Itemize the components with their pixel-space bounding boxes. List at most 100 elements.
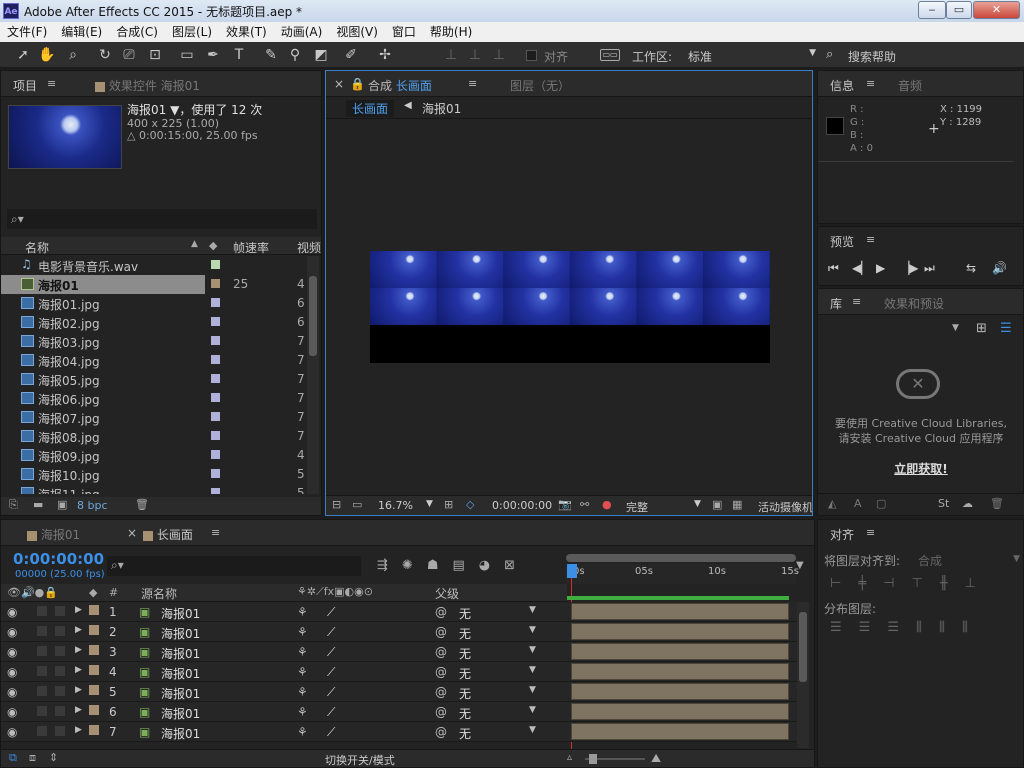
- pickwhip-icon[interactable]: @: [435, 625, 447, 639]
- pickwhip-icon[interactable]: @: [435, 665, 447, 679]
- eye-icon[interactable]: ◉: [7, 625, 17, 639]
- distribute-right-icon[interactable]: ⫼: [962, 620, 985, 635]
- lock-toggle[interactable]: [55, 726, 65, 736]
- menu-animation[interactable]: 动画(A): [274, 22, 330, 40]
- menu-help[interactable]: 帮助(H): [423, 22, 479, 40]
- grid-view-icon[interactable]: ⊞: [976, 321, 987, 336]
- align-left-icon[interactable]: ⊢: [830, 576, 858, 591]
- list-item[interactable]: 海报03.jpg 7: [1, 332, 305, 351]
- pickwhip-icon[interactable]: @: [435, 705, 447, 719]
- list-item[interactable]: 海报06.jpg 7: [1, 389, 305, 408]
- chevron-down-icon[interactable]: ▼: [529, 625, 536, 635]
- label-swatch-icon[interactable]: [89, 645, 99, 655]
- distribute-vcenter-icon[interactable]: ☰: [859, 620, 888, 635]
- pickwhip-icon[interactable]: @: [435, 605, 447, 619]
- pickwhip-icon[interactable]: @: [435, 685, 447, 699]
- quality-switch-icon[interactable]: ⟋: [327, 725, 335, 740]
- quality-switch-icon[interactable]: ⟋: [327, 625, 335, 640]
- comp-mini-flowchart-icon[interactable]: ⇶: [377, 558, 402, 573]
- eye-icon[interactable]: ◉: [7, 645, 17, 659]
- label-swatch-icon[interactable]: [89, 605, 99, 615]
- zoom-slider-thumb[interactable]: [589, 754, 597, 764]
- pan-behind-tool-icon[interactable]: ⊡: [146, 46, 164, 64]
- shy-switch-icon[interactable]: ⚘: [297, 645, 308, 659]
- table-row[interactable]: ◉ ▶ 3 ▣ 海报01 ⚘ ⟋ @ 无 ▼: [1, 642, 809, 662]
- chevron-down-icon[interactable]: ▼: [529, 605, 536, 615]
- snap-checkbox[interactable]: [526, 50, 537, 61]
- new-folder-icon[interactable]: ▬: [33, 498, 43, 511]
- shy-switch-icon[interactable]: ⚘: [297, 685, 308, 699]
- panel-menu-icon[interactable]: ≡: [852, 295, 861, 308]
- list-item-selected[interactable]: 海报01: [1, 275, 205, 294]
- label-swatch-icon[interactable]: [89, 665, 99, 675]
- scrollbar-thumb[interactable]: [309, 276, 317, 356]
- resolution-select[interactable]: 完整: [626, 499, 648, 515]
- zoom-out-icon[interactable]: ▵: [567, 752, 572, 763]
- shy-switch-icon[interactable]: ⚘: [297, 605, 308, 619]
- frame-blending-icon[interactable]: ▤: [452, 558, 478, 573]
- table-row[interactable]: ◉ ▶ 1 ▣ 海报01 ⚘ ⟋ @ 无 ▼: [1, 602, 809, 622]
- expand-icon[interactable]: ▶: [75, 725, 82, 735]
- menu-composition[interactable]: 合成(C): [109, 22, 165, 40]
- list-item[interactable]: 海报11.jpg 5: [1, 484, 305, 494]
- composition-canvas[interactable]: [370, 251, 770, 363]
- workspace-select[interactable]: 标准 ▼: [684, 46, 818, 64]
- timeline-switches[interactable]: ⇶✺☗▤◕⊠: [377, 558, 529, 573]
- shy-switch-icon[interactable]: ⚘: [297, 665, 308, 679]
- list-item[interactable]: 海报10.jpg 5: [1, 465, 305, 484]
- camera-tool-icon[interactable]: ⎚: [120, 46, 138, 64]
- label-swatch-icon[interactable]: [89, 685, 99, 695]
- chevron-down-icon[interactable]: ▼: [529, 705, 536, 715]
- layer-name[interactable]: 海报01: [161, 665, 200, 682]
- chevron-down-icon[interactable]: ▼: [426, 499, 433, 509]
- maximize-button[interactable]: ▭: [946, 1, 972, 19]
- pickwhip-icon[interactable]: @: [435, 725, 447, 739]
- draft-3d-icon[interactable]: ✺: [402, 558, 427, 573]
- list-item[interactable]: 海报04.jpg 7: [1, 351, 305, 370]
- distribute-top-icon[interactable]: ☰: [830, 620, 859, 635]
- parent-select[interactable]: 无: [459, 725, 471, 742]
- parent-select[interactable]: 无: [459, 665, 471, 682]
- layer-duration-bar[interactable]: [571, 623, 789, 640]
- sync-icon[interactable]: ☁: [962, 497, 973, 510]
- quality-switch-icon[interactable]: ⟋: [327, 705, 335, 720]
- layer-name[interactable]: 海报01: [161, 605, 200, 622]
- chevron-down-icon[interactable]: ▼: [529, 645, 536, 655]
- layer-duration-bar[interactable]: [571, 723, 789, 740]
- project-search-input[interactable]: ⌕▾: [7, 209, 317, 229]
- list-item[interactable]: ♫电影背景音乐.wav⊤: [1, 256, 317, 275]
- bit-depth-button[interactable]: 8 bpc: [77, 499, 108, 512]
- table-row[interactable]: ◉ ▶ 4 ▣ 海报01 ⚘ ⟋ @ 无 ▼: [1, 662, 809, 682]
- first-frame-icon[interactable]: ⏮: [828, 261, 839, 276]
- trash-icon[interactable]: 🗑: [135, 498, 149, 511]
- pen-tool-icon[interactable]: ✒: [204, 46, 222, 64]
- scrollbar-thumb[interactable]: [799, 612, 807, 682]
- expand-icon[interactable]: ▶: [75, 705, 82, 715]
- menu-view[interactable]: 视图(V): [329, 22, 385, 40]
- panel-menu-icon[interactable]: ≡: [866, 526, 875, 539]
- close-icon[interactable]: ×: [334, 77, 344, 91]
- quality-switch-icon[interactable]: ⟋: [327, 685, 335, 700]
- menu-effect[interactable]: 效果(T): [219, 22, 274, 40]
- stock-icon[interactable]: St: [938, 497, 949, 510]
- quality-switch-icon[interactable]: ⟋: [327, 605, 335, 620]
- shy-switch-icon[interactable]: ⚘: [297, 725, 308, 739]
- align-bottom-icon[interactable]: ⊥: [965, 576, 993, 591]
- expand-icon[interactable]: ▶: [75, 685, 82, 695]
- current-time-display[interactable]: 0:00:00:00: [13, 550, 104, 568]
- comp-name-usage[interactable]: 海报01 ▼，使用了 12 次: [127, 101, 262, 118]
- zoom-level[interactable]: 16.7%: [378, 499, 413, 512]
- selection-tool-icon[interactable]: ➚: [14, 46, 32, 64]
- lock-toggle[interactable]: [55, 666, 65, 676]
- local-axis-icon[interactable]: ⊥: [442, 46, 460, 64]
- quality-switch-icon[interactable]: ⟋: [327, 665, 335, 680]
- last-frame-icon[interactable]: ⏭: [924, 261, 935, 276]
- brush-tool-icon[interactable]: ✎: [262, 46, 280, 64]
- layer-name[interactable]: 海报01: [161, 705, 200, 722]
- shy-icon[interactable]: ☗: [427, 558, 453, 573]
- layer-duration-bar[interactable]: [571, 703, 789, 720]
- rectangle-tool-icon[interactable]: ▭: [178, 46, 196, 64]
- lock-toggle[interactable]: [55, 706, 65, 716]
- list-item[interactable]: 海报08.jpg 7: [1, 427, 305, 446]
- motion-blur-icon[interactable]: ◕: [479, 558, 504, 573]
